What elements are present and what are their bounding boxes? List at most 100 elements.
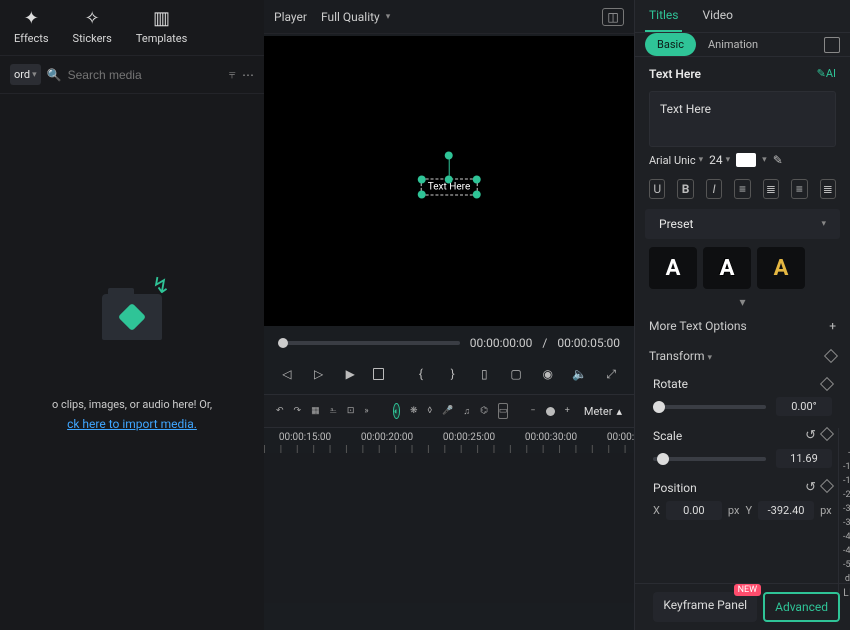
font-size-dropdown[interactable]: 24 ▾ [709, 153, 730, 167]
subtab-animation[interactable]: Animation [696, 33, 770, 56]
tab-video[interactable]: Video [698, 0, 737, 32]
scale-slider[interactable] [653, 457, 766, 461]
pos-y-value[interactable]: -392.40 [758, 501, 814, 520]
reset-icon[interactable]: ↺ [805, 428, 816, 443]
add-icon[interactable]: + [829, 319, 836, 333]
stop-button[interactable] [373, 368, 384, 380]
show-more-presets[interactable]: ▾ [635, 293, 850, 311]
advanced-button[interactable]: Advanced [763, 592, 840, 622]
tab-titles[interactable]: Titles [645, 0, 682, 32]
align-center-button[interactable]: ≣ [763, 179, 779, 199]
resize-handle[interactable] [472, 190, 480, 198]
preset-card[interactable]: A [703, 247, 751, 289]
eyedropper-icon[interactable]: ✎ [773, 153, 783, 167]
align-left-button[interactable]: ≡ [734, 179, 750, 199]
keyframe-diamond-icon[interactable] [820, 377, 834, 391]
split-icon[interactable]: ⎁ [330, 403, 337, 419]
sparkle-icon[interactable]: ❋ [410, 403, 418, 419]
brace-left-icon[interactable]: { [412, 364, 430, 384]
redo-icon[interactable]: ↷ [294, 403, 302, 419]
reset-icon[interactable]: ↺ [805, 480, 816, 495]
keyframe-diamond-icon[interactable] [824, 349, 838, 363]
zoom-slider[interactable] [546, 410, 555, 413]
preset-card[interactable]: A [649, 247, 697, 289]
quality-dropdown[interactable]: Full Quality ▾ [321, 10, 390, 24]
rotate-value[interactable]: 0.00° [776, 397, 832, 416]
italic-button[interactable]: I [706, 179, 722, 199]
music-icon[interactable]: ♫ [463, 403, 470, 419]
effects-button[interactable]: ✦ Effects [14, 8, 49, 45]
brace-right-icon[interactable]: } [444, 364, 462, 384]
volume-icon[interactable]: 🔈 [571, 364, 589, 384]
scrub-knob[interactable] [278, 338, 288, 348]
scale-value[interactable]: 11.69 [776, 449, 832, 468]
stickers-button[interactable]: ✧ Stickers [73, 8, 112, 45]
sparkle-icon: ✦ [21, 8, 41, 28]
zoom-out-button[interactable]: − [530, 403, 535, 419]
align-justify-button[interactable]: ≣ [820, 179, 836, 199]
pos-x-value[interactable]: 0.00 [666, 501, 722, 520]
rotate-slider[interactable] [653, 405, 766, 409]
font-family-dropdown[interactable]: Arial Unic▾ [649, 154, 703, 167]
color-swatch[interactable] [736, 153, 756, 167]
mic-icon[interactable]: 🎤 [442, 403, 453, 419]
marker-icon[interactable]: ▭ [498, 403, 509, 419]
fullscreen-icon[interactable]: ⤢ [602, 364, 620, 384]
ruler-mark: 00:00:30:00 [510, 432, 592, 443]
display-icon[interactable]: ▢ [507, 364, 525, 384]
play-button[interactable]: ▶ [341, 364, 359, 384]
media-drop-zone[interactable]: ↯ o clips, images, or audio here! Or, ck… [0, 94, 264, 630]
crop-clip-icon[interactable]: ⊡ [347, 403, 355, 419]
more-icon[interactable]: ⋯ [242, 66, 254, 84]
resize-handle[interactable] [418, 175, 426, 183]
rotate-handle[interactable] [445, 151, 453, 159]
delete-icon[interactable]: ▦ [311, 403, 320, 419]
keyframe-diamond-icon[interactable] [820, 479, 834, 493]
chevron-down-icon: ▾ [708, 353, 713, 363]
subtab-basic[interactable]: Basic [645, 33, 696, 56]
resize-handle[interactable] [472, 175, 480, 183]
tool-toolbar: ✦ Effects ✧ Stickers ▥ Templates [0, 0, 264, 56]
resize-handle[interactable] [418, 190, 426, 198]
scrub-bar[interactable] [278, 341, 460, 345]
ai-icon[interactable]: ✎AI [817, 67, 836, 80]
expand-icon[interactable]: » [364, 403, 368, 419]
media-category-dropdown[interactable]: ord▾ [10, 64, 41, 85]
preset-dropdown[interactable]: Preset ▾ [645, 209, 840, 239]
filter-icon[interactable]: ⫧ [229, 66, 236, 84]
fx-icon[interactable]: ◐ [393, 403, 400, 419]
transform-header[interactable]: Transform ▾ [635, 341, 850, 371]
play-in-button[interactable]: ▷ [310, 364, 328, 384]
undo-icon[interactable]: ↶ [276, 403, 284, 419]
magnet-icon[interactable]: ⌬ [480, 403, 488, 419]
crop-icon[interactable]: ▯ [475, 364, 493, 384]
chevron-down-icon[interactable]: ▾ [762, 155, 767, 165]
keyframe-diamond-icon[interactable] [820, 427, 834, 441]
drop-link[interactable]: ck here to import media. [67, 417, 197, 431]
slider-knob[interactable] [657, 453, 669, 465]
ruler-mark: 00:00:25:00 [428, 432, 510, 443]
text-header: Text Here [649, 67, 701, 81]
zoom-knob[interactable] [546, 407, 555, 416]
prev-frame-button[interactable]: ◁ [278, 364, 296, 384]
slider-knob[interactable] [653, 401, 665, 413]
search-input[interactable] [68, 68, 223, 82]
video-viewport[interactable]: Text Here [264, 36, 634, 326]
save-preset-icon[interactable] [824, 37, 840, 53]
snapshot-icon[interactable]: ◫ [602, 8, 624, 26]
more-text-options-row[interactable]: More Text Options + [635, 311, 850, 341]
sticker-icon: ✧ [82, 8, 102, 28]
text-content-input[interactable]: Text Here [649, 91, 836, 147]
camera-icon[interactable]: ◉ [539, 364, 557, 384]
align-right-button[interactable]: ≡ [791, 179, 807, 199]
zoom-in-button[interactable]: + [565, 403, 570, 419]
canvas-text-object[interactable]: Text Here [421, 178, 478, 195]
templates-button[interactable]: ▥ Templates [136, 8, 187, 45]
shield-icon[interactable]: ◊ [428, 403, 433, 419]
underline-button[interactable]: U [649, 179, 665, 199]
time-total: 00:00:05:00 [557, 336, 620, 350]
meter-toggle[interactable]: Meter ▴ [584, 405, 622, 418]
preset-card[interactable]: A [757, 247, 805, 289]
keyframe-panel-button[interactable]: Keyframe Panel NEW [653, 592, 757, 622]
bold-button[interactable]: B [677, 179, 693, 199]
